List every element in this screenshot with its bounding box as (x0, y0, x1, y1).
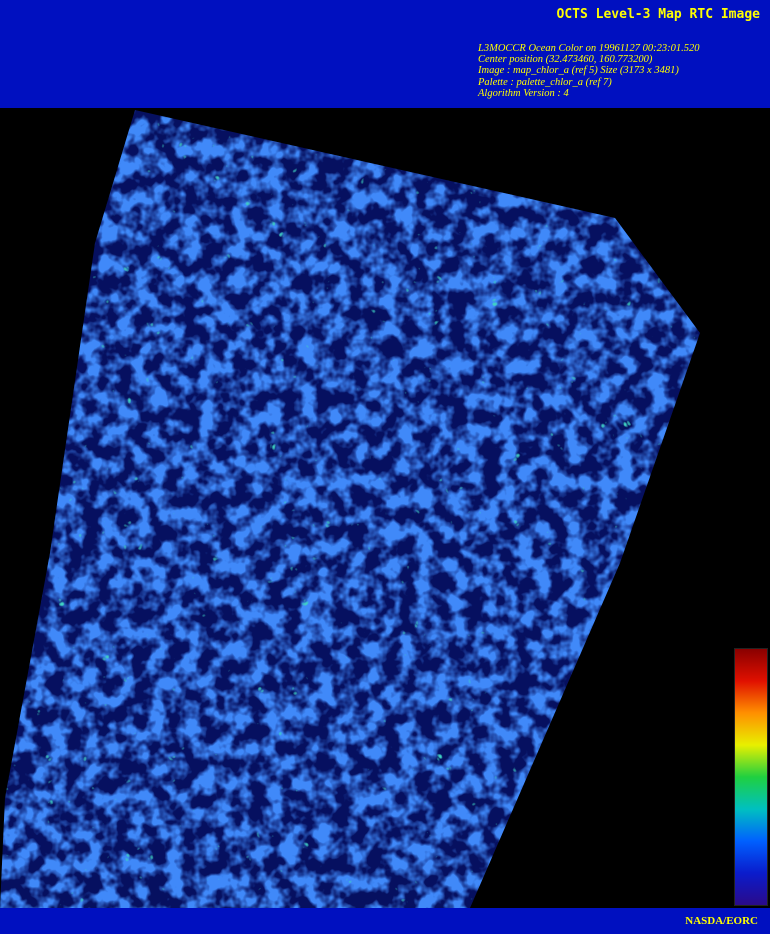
image-title: OCTS Level-3 Map RTC Image (556, 7, 761, 22)
metadata-block: L3MOCCR Ocean Color on 19961127 00:23:01… (478, 43, 699, 99)
satellite-image-area (0, 108, 770, 908)
meta-line-palette: Palette : palette_chlor_a (ref 7) (478, 76, 612, 88)
color-scale-bar (734, 648, 768, 906)
meta-line-product: L3MOCCR Ocean Color on 19961127 00:23:01… (478, 43, 700, 54)
footer-banner: NASDA/EORC (0, 908, 770, 934)
credit-label: NASDA/EORC (685, 915, 758, 927)
meta-line-center: Center position (32.473460, 160.773200) (478, 54, 653, 66)
header-banner: OCTS Level-3 Map RTC Image L3MOCCR Ocean… (0, 0, 770, 108)
meta-line-algorithm: Algorithm Version : 4 (478, 87, 569, 99)
chlorophyll-map-image (0, 110, 700, 908)
meta-line-image: Image : map_chlor_a (ref 5) Size (3173 x… (478, 65, 679, 77)
